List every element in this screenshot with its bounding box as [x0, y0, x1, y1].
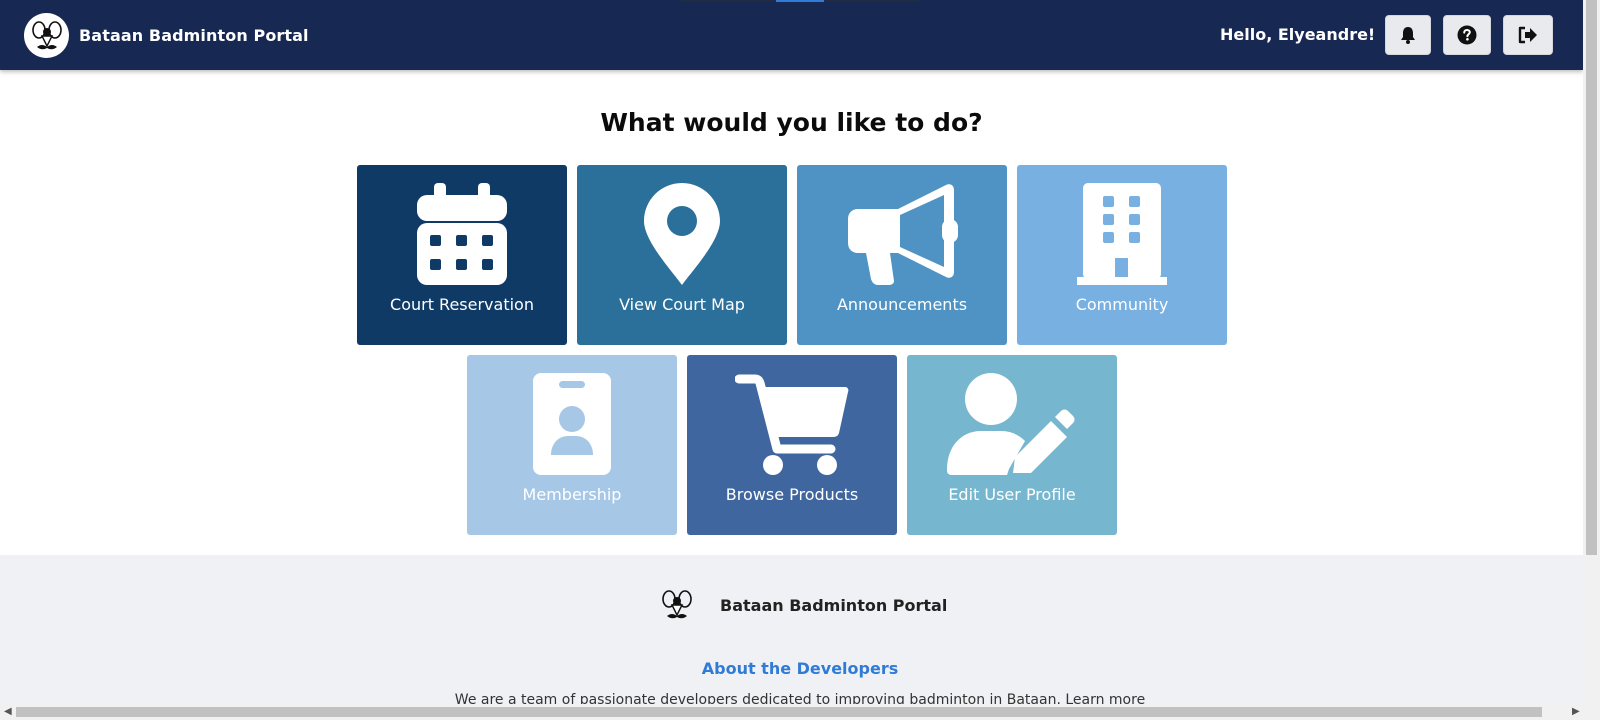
portal-logo — [24, 13, 69, 58]
footer-title: Bataan Badminton Portal — [720, 595, 948, 615]
tile-label: Browse Products — [725, 485, 859, 504]
user-edit-icon — [947, 373, 1075, 475]
tile-label: Court Reservation — [390, 295, 534, 314]
page-viewport: Bataan Badminton Portal Hello, Elyeandre… — [0, 0, 1583, 704]
brand-title: Bataan Badminton Portal — [79, 26, 309, 45]
id-badge-icon — [533, 373, 611, 475]
tile-label: Edit User Profile — [948, 485, 1076, 504]
shuttlecock-logo-icon — [31, 20, 62, 49]
page-footer: Bataan Badminton Portal About the Develo… — [0, 555, 1583, 704]
help-button[interactable] — [1443, 15, 1491, 55]
calendar-icon — [417, 183, 507, 285]
question-circle-icon — [1457, 25, 1477, 45]
browse-products-tile[interactable]: Browse Products — [687, 355, 897, 535]
logout-button[interactable] — [1503, 15, 1553, 55]
top-navbar: Bataan Badminton Portal Hello, Elyeandre… — [0, 0, 1583, 70]
about-developers-text: We are a team of passionate developers d… — [454, 692, 1146, 704]
user-greeting: Hello, Elyeandre! — [1220, 25, 1376, 44]
brand-link[interactable]: Bataan Badminton Portal — [24, 13, 309, 58]
shuttlecock-logo-icon — [662, 590, 692, 619]
tile-label: Membership — [522, 485, 622, 504]
view-court-map-tile[interactable]: View Court Map — [577, 165, 787, 345]
horizontal-scrollbar[interactable]: ◀ ▶ — [0, 704, 1600, 720]
scroll-left-icon[interactable]: ◀ — [4, 706, 12, 717]
megaphone-icon — [848, 184, 958, 285]
scroll-right-icon[interactable]: ▶ — [1572, 706, 1580, 717]
loading-indicator — [776, 0, 824, 2]
shopping-cart-icon — [735, 374, 849, 475]
edit-user-profile-tile[interactable]: Edit User Profile — [907, 355, 1117, 535]
tile-label: View Court Map — [619, 295, 745, 314]
announcements-tile[interactable]: Announcements — [797, 165, 1007, 345]
vertical-scrollbar[interactable] — [1583, 0, 1600, 704]
tile-label: Announcements — [836, 295, 968, 314]
bell-icon — [1401, 27, 1415, 44]
logout-icon — [1518, 26, 1537, 44]
vertical-scroll-thumb[interactable] — [1586, 0, 1597, 555]
footer-brand: Bataan Badminton Portal — [658, 587, 947, 623]
map-pin-icon — [644, 183, 720, 285]
page-title: What would you like to do? — [600, 108, 983, 137]
court-reservation-tile[interactable]: Court Reservation — [357, 165, 567, 345]
building-icon — [1077, 183, 1167, 285]
about-developers-heading: About the Developers — [701, 659, 899, 678]
tile-label: Community — [1075, 295, 1169, 314]
membership-tile[interactable]: Membership — [467, 355, 677, 535]
horizontal-scroll-thumb[interactable] — [16, 707, 1542, 717]
community-tile[interactable]: Community — [1017, 165, 1227, 345]
notifications-button[interactable] — [1385, 15, 1431, 55]
